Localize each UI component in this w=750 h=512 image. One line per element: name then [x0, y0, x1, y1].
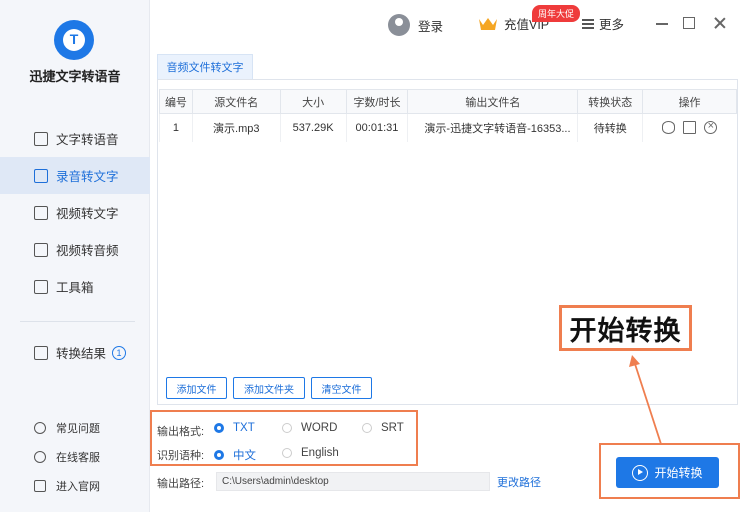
column-header-status: 转换状态 — [577, 89, 644, 114]
open-folder-icon[interactable] — [683, 121, 697, 135]
maximize-icon[interactable] — [683, 17, 695, 29]
format-word-label: WORD — [301, 422, 338, 434]
column-header-actions: 操作 — [642, 89, 737, 114]
format-txt-label: TXT — [233, 422, 255, 434]
callout-label: 开始转换 — [559, 305, 692, 351]
lang-english-label: English — [301, 447, 339, 459]
support-link-label: 在线客服 — [56, 451, 100, 464]
output-path-label: 输出路径: — [157, 478, 205, 490]
promo-badge: 周年大促 — [532, 5, 581, 22]
add-file-button[interactable]: 添加文件 — [166, 377, 227, 399]
output-path-field[interactable]: C:\Users\admin\desktop — [216, 472, 490, 491]
clear-files-button[interactable]: 清空文件 — [311, 377, 372, 399]
sidebar-nav: 文字转语音 录音转文字 视频转文字 视频转音频 工具箱 — [0, 120, 150, 305]
sidebar-item-label: 录音转文字 — [56, 170, 119, 184]
radio-dot — [362, 423, 372, 433]
column-header-output: 输出文件名 — [407, 89, 579, 114]
text-to-speech-icon — [34, 131, 48, 146]
radio-dot — [282, 448, 292, 458]
format-label: 输出格式: — [157, 426, 205, 438]
help-icon — [34, 421, 46, 434]
radio-dot — [214, 423, 224, 433]
add-folder-button[interactable]: 添加文件夹 — [233, 377, 305, 399]
format-radio-txt[interactable]: TXT — [214, 422, 255, 434]
cell-source-name: 演示.mp3 — [191, 113, 281, 142]
login-button[interactable]: 登录 — [388, 14, 443, 36]
lang-radio-english[interactable]: English — [282, 447, 339, 459]
callout-arrow-icon — [629, 355, 662, 445]
website-link-label: 进入官网 — [56, 480, 100, 493]
website-link[interactable]: 进入官网 — [0, 471, 150, 500]
sidebar-item-label: 视频转音频 — [56, 244, 119, 258]
language-label: 识别语种: — [157, 450, 205, 462]
radio-dot — [214, 450, 224, 460]
sidebar-item-label: 文字转语音 — [56, 133, 119, 147]
sidebar-item-toolbox[interactable]: 工具箱 — [0, 268, 150, 305]
play-icon — [632, 464, 649, 481]
sidebar-divider — [20, 321, 135, 322]
start-convert-label: 开始转换 — [654, 466, 703, 480]
support-link[interactable]: 在线客服 — [0, 442, 150, 471]
audio-to-text-icon — [34, 168, 48, 183]
menu-icon — [582, 18, 594, 29]
top-bar: 登录 充值VIP 周年大促 更多 — [150, 0, 750, 50]
video-to-audio-icon — [34, 242, 48, 257]
app-name: 迅捷文字转语音 — [29, 69, 121, 84]
sidebar-item-label: 转换结果 — [56, 347, 107, 361]
format-radio-srt[interactable]: SRT — [362, 422, 404, 434]
help-link[interactable]: 常见问题 — [0, 413, 150, 442]
minimize-icon[interactable] — [655, 16, 669, 30]
lang-chinese-label: 中文 — [233, 450, 256, 462]
start-convert-button[interactable]: 开始转换 — [616, 457, 719, 488]
app-logo-icon — [54, 20, 94, 60]
change-path-link[interactable]: 更改路径 — [497, 474, 541, 490]
cell-size: 537.29K — [279, 113, 347, 142]
radio-dot — [282, 423, 292, 433]
results-count-badge: 1 — [112, 345, 127, 360]
column-header-index: 编号 — [159, 89, 193, 114]
sidebar: 迅捷文字转语音 文字转语音 录音转文字 视频转文字 视频转音频 工具箱 转换结果… — [0, 0, 150, 512]
tab-audio-to-text[interactable]: 音频文件转文字 — [157, 54, 253, 79]
video-to-text-icon — [34, 205, 48, 220]
table-header-row: 编号 源文件名 大小 字数/时长 输出文件名 转换状态 操作 — [159, 89, 737, 114]
format-srt-label: SRT — [381, 422, 404, 434]
help-link-label: 常见问题 — [56, 422, 100, 435]
cell-status: 待转换 — [577, 113, 643, 142]
login-label: 登录 — [418, 19, 444, 34]
column-header-source: 源文件名 — [191, 89, 281, 114]
sidebar-item-audio-to-text[interactable]: 录音转文字 — [0, 157, 150, 194]
sidebar-item-results[interactable]: 转换结果 1 — [0, 334, 150, 371]
more-label: 更多 — [599, 18, 625, 32]
user-avatar-icon — [388, 14, 410, 36]
close-icon[interactable] — [713, 16, 727, 30]
sidebar-item-video-to-audio[interactable]: 视频转音频 — [0, 231, 150, 268]
file-table: 编号 源文件名 大小 字数/时长 输出文件名 转换状态 操作 1 演示.mp3 … — [159, 89, 737, 142]
monitor-icon — [34, 479, 46, 492]
column-header-size: 大小 — [279, 89, 347, 114]
sidebar-bottom-links: 常见问题 在线客服 进入官网 — [0, 413, 150, 500]
format-radio-word[interactable]: WORD — [282, 422, 337, 434]
sidebar-results: 转换结果 1 — [0, 334, 150, 371]
column-header-duration: 字数/时长 — [345, 89, 409, 114]
preview-eye-icon[interactable] — [662, 121, 676, 135]
lang-radio-chinese[interactable]: 中文 — [214, 447, 256, 463]
clipboard-icon — [34, 345, 48, 360]
cell-output-name: 演示-迅捷文字转语音-16353... — [407, 113, 578, 142]
sidebar-item-text-to-speech[interactable]: 文字转语音 — [0, 120, 150, 157]
cell-actions — [642, 113, 737, 142]
sidebar-item-label: 视频转文字 — [56, 207, 119, 221]
delete-icon[interactable] — [704, 120, 718, 135]
table-row[interactable]: 1 演示.mp3 537.29K 00:01:31 演示-迅捷文字转语音-163… — [159, 113, 737, 142]
sidebar-item-label: 工具箱 — [56, 281, 94, 295]
crown-icon — [479, 17, 497, 30]
sidebar-item-video-to-text[interactable]: 视频转文字 — [0, 194, 150, 231]
more-menu-button[interactable]: 更多 — [582, 14, 624, 33]
toolbox-icon — [34, 279, 48, 294]
cell-duration: 00:01:31 — [345, 113, 408, 142]
cell-index: 1 — [159, 113, 193, 142]
headset-icon — [34, 450, 46, 463]
